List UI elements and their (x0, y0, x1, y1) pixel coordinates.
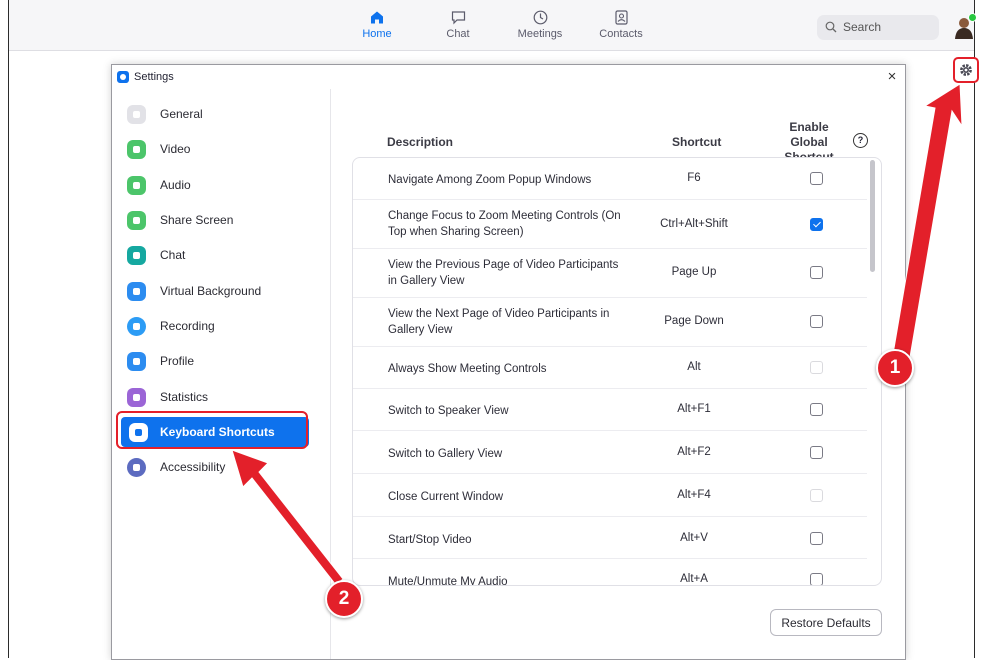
arrow-1 (891, 83, 963, 364)
annotation-badge-1: 1 (876, 349, 914, 387)
annotation-badge-2: 2 (325, 580, 363, 618)
arrow-2 (231, 449, 344, 586)
annotation-arrows (231, 83, 963, 586)
